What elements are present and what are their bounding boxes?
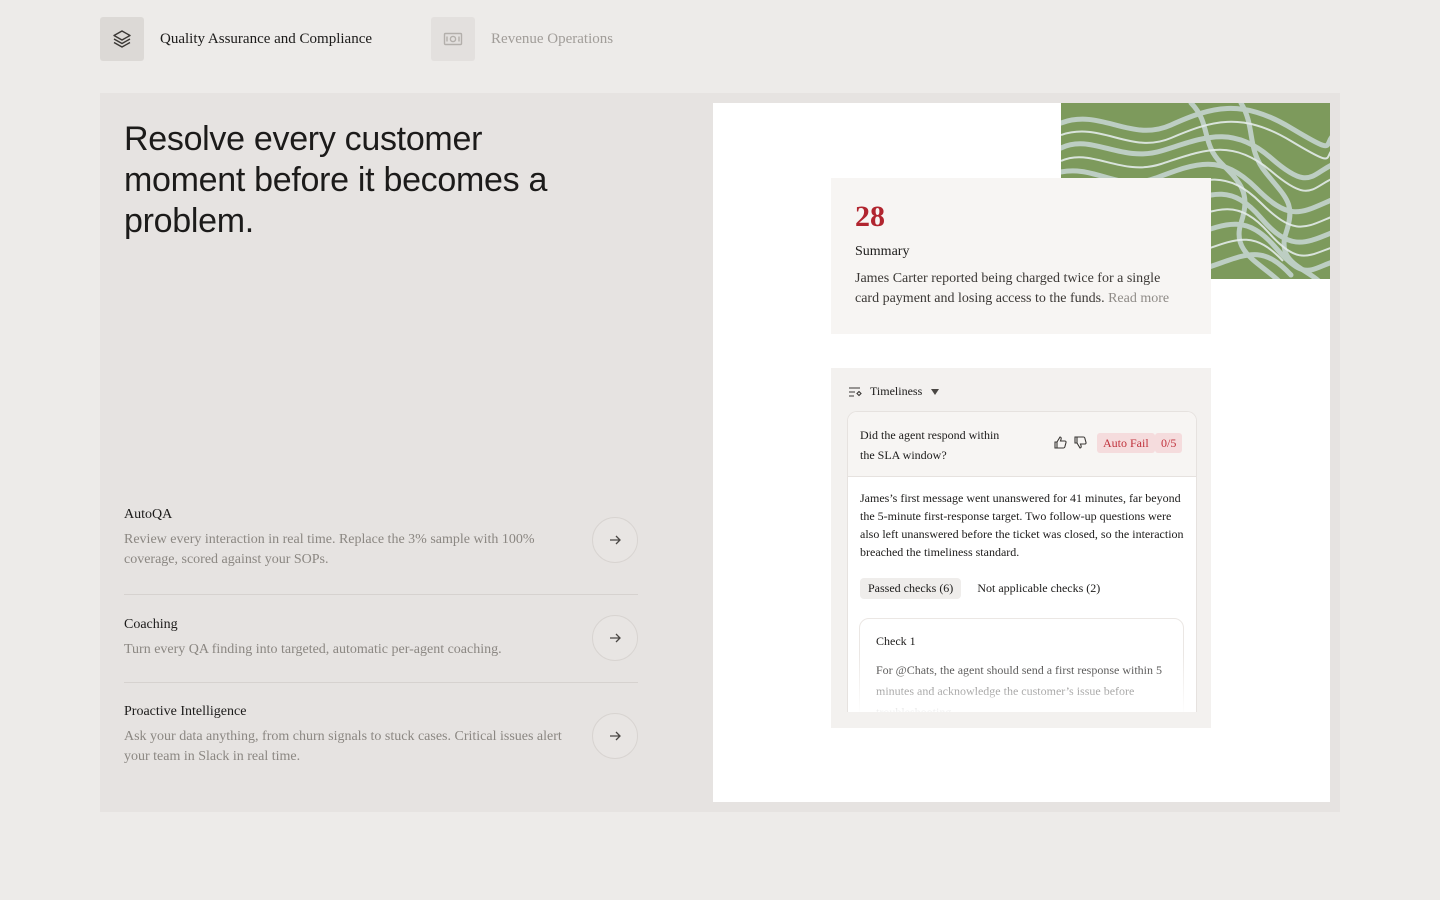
tab-passed-checks[interactable]: Passed checks (6) [860, 578, 962, 599]
summary-number: 28 [855, 200, 885, 233]
summary-text: James Carter reported being charged twic… [855, 269, 1185, 309]
feature-description: Review every interaction in real time. R… [124, 532, 535, 567]
page-title: Resolve every customer moment before it … [124, 120, 548, 240]
arrow-button[interactable] [592, 517, 638, 563]
tab-quality-assurance[interactable]: Quality Assurance and Compliance [100, 17, 372, 61]
tab-revenue-operations[interactable]: Revenue Operations [431, 17, 613, 61]
check-body: For @Chats, the agent should send a firs… [876, 663, 1163, 712]
category-label: Timeliness [870, 384, 923, 398]
arrow-right-icon [610, 731, 621, 741]
arrow-button[interactable] [592, 615, 638, 661]
filter-list-icon [849, 386, 862, 397]
category-dropdown[interactable]: Timeliness [848, 384, 940, 399]
feature-description: Ask your data anything, from churn signa… [124, 729, 562, 764]
auto-fail-badge: Auto Fail [1097, 433, 1155, 453]
feature-autoqa[interactable]: AutoQA Review every interaction in real … [124, 497, 638, 595]
question-row: Did the agent respond within the SLA win… [848, 412, 1196, 477]
arrow-right-icon [610, 633, 621, 643]
feature-title: Coaching [124, 617, 178, 632]
tab-label: Quality Assurance and Compliance [160, 30, 373, 47]
feature-description: Turn every QA finding into targeted, aut… [124, 642, 502, 657]
feature-list: AutoQA Review every interaction in real … [124, 497, 638, 783]
summary-card: 28 Summary James Carter reported being c… [831, 178, 1211, 334]
product-preview: 28 Summary James Carter reported being c… [713, 103, 1330, 802]
layers-icon [100, 17, 144, 61]
tab-not-applicable-checks[interactable]: Not applicable checks (2) [969, 578, 1108, 599]
check-card: Check 1 For @Chats, the agent should sen… [859, 618, 1184, 712]
caret-down-icon [931, 388, 940, 395]
thumbs-down-icon[interactable] [1074, 436, 1087, 449]
check-filter-tabs: Passed checks (6) Not applicable checks … [860, 578, 1108, 599]
feedback-buttons [1054, 436, 1087, 449]
explanation-text: James’s first message went unanswered fo… [860, 491, 1184, 559]
feature-panel: Resolve every customer moment before it … [100, 93, 1340, 812]
arrow-right-icon [610, 535, 621, 545]
question-text: Did the agent respond within the SLA win… [860, 428, 1000, 462]
check-title: Check 1 [876, 634, 916, 648]
feature-coaching[interactable]: Coaching Turn every QA finding into targ… [124, 595, 638, 683]
read-more-link[interactable]: Read more [1108, 291, 1169, 306]
score-badge: 0/5 [1155, 433, 1183, 453]
feature-title: Proactive Intelligence [124, 704, 247, 719]
feature-proactive-intelligence[interactable]: Proactive Intelligence Ask your data any… [124, 683, 638, 783]
money-icon [431, 17, 476, 61]
feature-title: AutoQA [124, 507, 173, 522]
arrow-button[interactable] [592, 713, 638, 759]
tab-label: Revenue Operations [491, 30, 614, 47]
qa-scorecard: Timeliness Did the agent respond within … [831, 368, 1211, 728]
summary-title: Summary [855, 244, 910, 259]
question-panel: Did the agent respond within the SLA win… [847, 411, 1197, 712]
thumbs-up-icon[interactable] [1054, 436, 1067, 449]
product-tabs: Quality Assurance and Compliance Revenue… [100, 17, 613, 61]
